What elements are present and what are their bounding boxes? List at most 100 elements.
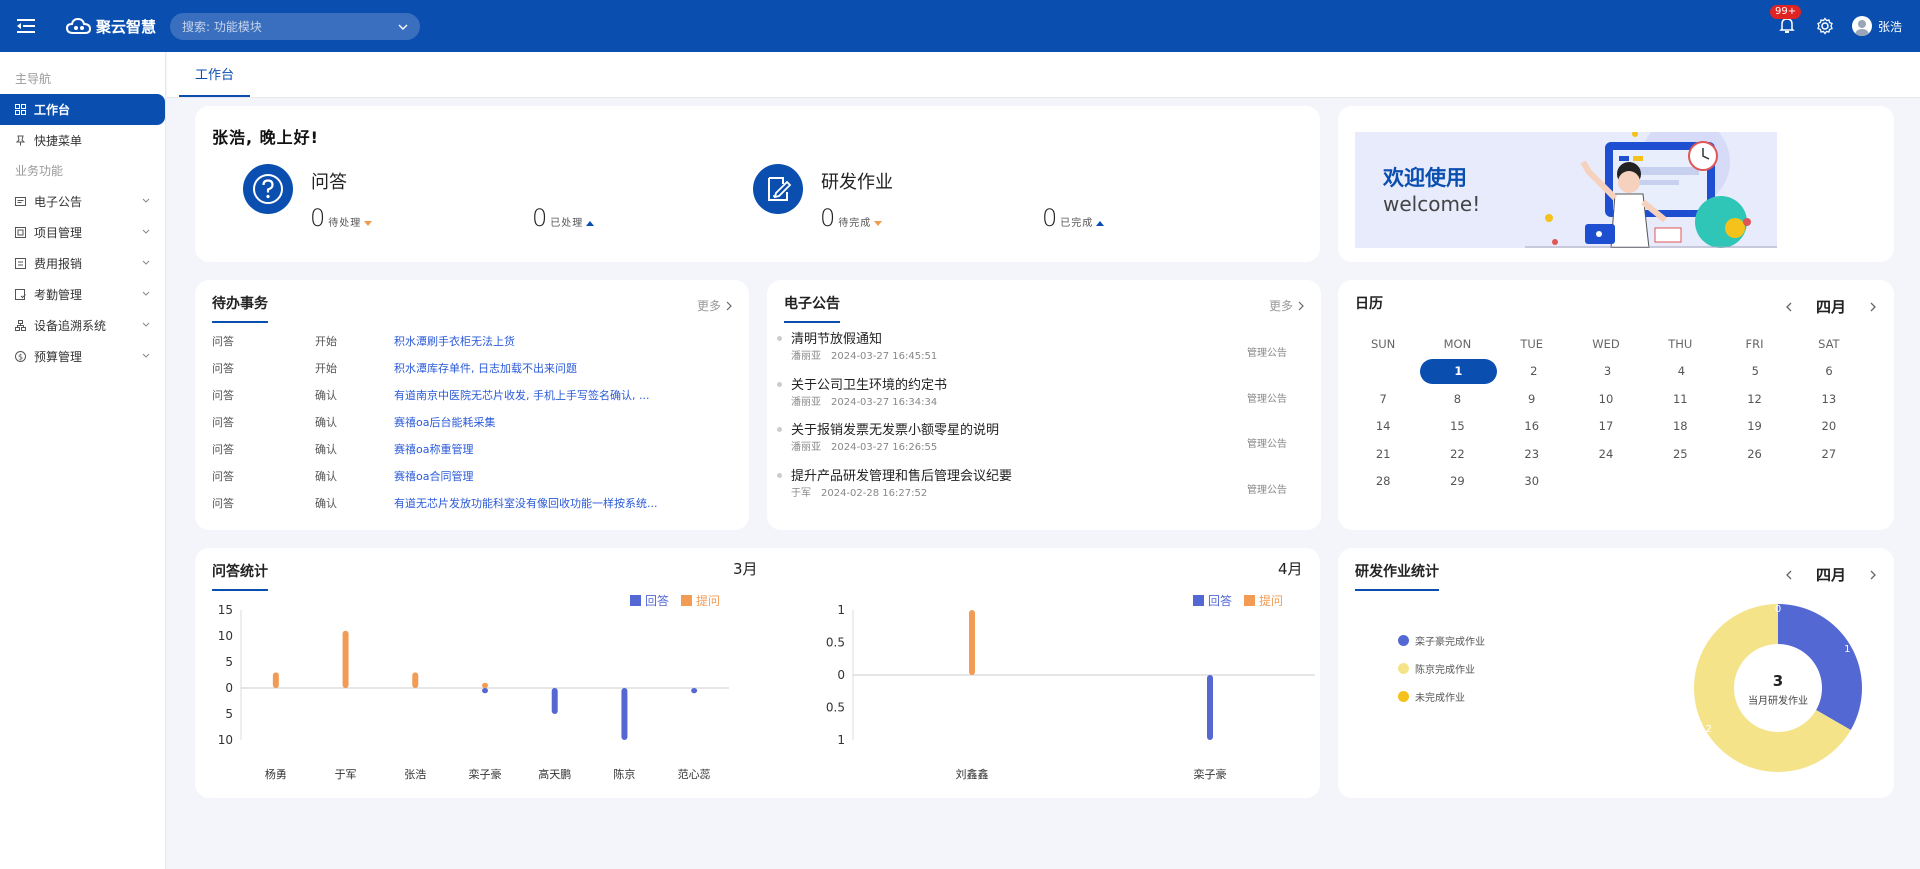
calendar-day[interactable]: 4: [1644, 364, 1718, 378]
chevron-left-icon[interactable]: [1784, 570, 1794, 580]
tab-bar: 工作台: [167, 52, 1920, 98]
notice-item[interactable]: 清明节放假通知 潘丽亚 2024-03-27 16:45:51 管理公告: [777, 328, 1287, 374]
notice-item[interactable]: 关于报销发票无发票小额零星的说明 潘丽亚 2024-03-27 16:26:55 …: [777, 419, 1287, 465]
todo-content[interactable]: 赛禧oa后台能耗采集: [394, 414, 732, 430]
sidebar-item-shortcuts[interactable]: 快捷菜单: [0, 125, 165, 156]
bullet-dot: [777, 427, 782, 432]
calendar-day[interactable]: 26: [1717, 447, 1791, 461]
sidebar-item-device-trace[interactable]: 设备追溯系统: [0, 310, 165, 341]
calendar-title: 日历: [1355, 296, 1383, 312]
chevron-left-icon[interactable]: [1784, 302, 1794, 312]
sidebar-item-workbench[interactable]: 工作台: [0, 94, 165, 125]
todo-content[interactable]: 赛禧oa称重管理: [394, 441, 732, 457]
y-tick-label: 5: [225, 707, 233, 721]
qa-done[interactable]: 0 已处理: [532, 204, 595, 232]
calendar-day[interactable]: 11: [1643, 392, 1717, 406]
legend-item[interactable]: 未完成作业: [1398, 682, 1485, 710]
todo-row[interactable]: 问答 确认 赛禧oa称重管理: [212, 435, 732, 462]
notice-item-title[interactable]: 关于报销发票无发票小额零星的说明: [791, 419, 999, 438]
notice-item-title[interactable]: 清明节放假通知: [791, 328, 882, 347]
x-category-label: 栾子豪: [1194, 767, 1227, 781]
calendar-month: 四月: [1815, 298, 1846, 316]
tab-workbench[interactable]: 工作台: [179, 65, 251, 97]
dev-done[interactable]: 0 已完成: [1042, 204, 1105, 232]
calendar-day[interactable]: 2: [1497, 364, 1571, 378]
calendar-day[interactable]: 19: [1717, 419, 1791, 433]
todo-row[interactable]: 问答 开始 积水潭库存单件, 日志加载不出来问题: [212, 354, 732, 381]
calendar-day[interactable]: 3: [1571, 364, 1645, 378]
calendar-day[interactable]: 24: [1569, 447, 1643, 461]
notice-item-title[interactable]: 提升产品研发管理和售后管理会议纪要: [791, 465, 1012, 484]
sidebar-item-attendance[interactable]: 考勤管理: [0, 279, 165, 310]
todo-content[interactable]: 积水潭库存单件, 日志加载不出来问题: [394, 360, 732, 376]
legend-item[interactable]: 栾子豪完成作业: [1398, 626, 1485, 654]
calendar-day[interactable]: 25: [1643, 447, 1717, 461]
notice-item-title[interactable]: 关于公司卫生环境的约定书: [791, 374, 947, 393]
legend-item[interactable]: 陈京完成作业: [1398, 654, 1485, 682]
calendar-day[interactable]: 27: [1792, 447, 1866, 461]
calendar-day[interactable]: 15: [1420, 419, 1494, 433]
todo-row[interactable]: 问答 确认 有道南京中医院无芯片收发, 手机上手写签名确认, ...: [212, 381, 732, 408]
sidebar-item-project[interactable]: 项目管理: [0, 217, 165, 248]
settings-button[interactable]: [1816, 17, 1834, 35]
todo-row[interactable]: 问答 开始 积水潭刷手衣柜无法上货: [212, 327, 732, 354]
todo-content[interactable]: 积水潭刷手衣柜无法上货: [394, 333, 732, 349]
sidebar-item-label: 工作台: [34, 103, 71, 117]
search-input[interactable]: [182, 19, 398, 34]
calendar-day[interactable]: 1: [1419, 358, 1497, 384]
todo-row[interactable]: 问答 确认 有道无芯片发放功能科室没有像回收功能一样按系统...: [212, 489, 732, 516]
notice-item[interactable]: 提升产品研发管理和售后管理会议纪要 于军 2024-02-28 16:27:52 …: [777, 465, 1287, 511]
calendar-day[interactable]: 12: [1717, 392, 1791, 406]
todo-more-link[interactable]: 更多: [697, 297, 733, 314]
todo-status: 确认: [315, 496, 337, 510]
notice-more-link[interactable]: 更多: [1269, 297, 1305, 314]
calendar-day[interactable]: 28: [1346, 474, 1420, 488]
calendar-day[interactable]: 6: [1792, 364, 1866, 378]
calendar-day[interactable]: 20: [1792, 419, 1866, 433]
user-menu[interactable]: 张浩: [1851, 16, 1902, 36]
calendar-day[interactable]: 29: [1420, 474, 1494, 488]
sidebar-item-budget[interactable]: $ 预算管理: [0, 341, 165, 372]
calendar-day[interactable]: 21: [1346, 447, 1420, 461]
calendar-day[interactable]: 9: [1495, 392, 1569, 406]
todo-content[interactable]: 赛禧oa合同管理: [394, 468, 732, 484]
calendar-today[interactable]: 1: [1419, 358, 1497, 384]
budget-icon: $: [15, 351, 26, 362]
chevron-right-icon[interactable]: [1868, 570, 1878, 580]
calendar-day[interactable]: 18: [1643, 419, 1717, 433]
donut-center-label: 当月研发作业: [1748, 694, 1808, 707]
todo-content[interactable]: 有道无芯片发放功能科室没有像回收功能一样按系统...: [394, 495, 732, 511]
calendar-day[interactable]: 16: [1495, 419, 1569, 433]
overview-card: 张浩, 晚上好! 问答 0 待处理 0 已处理 研发作业 0 待完成 0 已完成: [195, 106, 1320, 262]
chevron-right-icon: [1298, 301, 1304, 310]
notification-button[interactable]: 99+: [1769, 5, 1802, 36]
calendar-day[interactable]: 7: [1346, 392, 1420, 406]
ask-bar: [482, 682, 488, 688]
calendar-day[interactable]: 10: [1569, 392, 1643, 406]
qa-title: 问答: [311, 172, 347, 193]
calendar-day[interactable]: 8: [1420, 392, 1494, 406]
notice-item[interactable]: 关于公司卫生环境的约定书 潘丽亚 2024-03-27 16:34:34 管理公告: [777, 374, 1287, 420]
calendar-day[interactable]: 17: [1569, 419, 1643, 433]
qa-pending-value: 0: [310, 204, 326, 232]
calendar-day[interactable]: 14: [1346, 419, 1420, 433]
calendar-day[interactable]: 30: [1495, 474, 1569, 488]
todo-row[interactable]: 问答 确认 赛禧oa后台能耗采集: [212, 408, 732, 435]
sidebar-item-bulletin[interactable]: 电子公告: [0, 186, 165, 217]
todo-card: 待办事务 更多 问答 开始 积水潭刷手衣柜无法上货 问答 开始 积水潭库存单件, 日志加…: [195, 280, 749, 530]
chevron-right-icon[interactable]: [1868, 302, 1878, 312]
dev-pending[interactable]: 0 待完成: [820, 204, 883, 232]
search-box[interactable]: [170, 13, 420, 40]
menu-toggle-icon[interactable]: [16, 16, 36, 36]
calendar-day[interactable]: 22: [1420, 447, 1494, 461]
app-logo[interactable]: 聚云智慧: [66, 14, 156, 38]
calendar-day[interactable]: 13: [1792, 392, 1866, 406]
calendar-day[interactable]: 5: [1718, 364, 1792, 378]
sidebar-item-expense[interactable]: 费用报销: [0, 248, 165, 279]
chevron-down-icon[interactable]: [398, 22, 408, 32]
todo-row[interactable]: 问答 确认 赛禧oa合同管理: [212, 462, 732, 489]
calendar-day[interactable]: 23: [1495, 447, 1569, 461]
cloud-logo-icon: [66, 17, 92, 34]
todo-content[interactable]: 有道南京中医院无芯片收发, 手机上手写签名确认, ...: [394, 387, 732, 403]
qa-pending[interactable]: 0 待处理: [310, 204, 373, 232]
